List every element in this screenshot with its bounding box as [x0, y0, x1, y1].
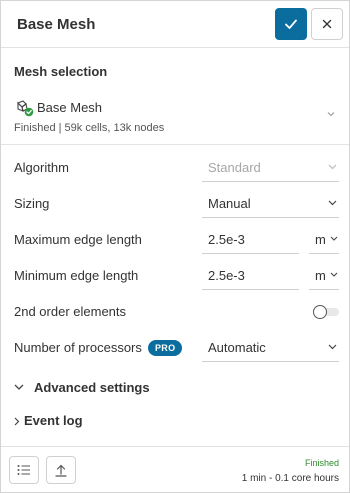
processors-value: Automatic	[208, 340, 266, 355]
algorithm-label: Algorithm	[14, 160, 69, 175]
mesh-panel: Base Mesh Mesh selection Base Mesh Finis…	[0, 0, 350, 493]
sizing-row: Sizing Manual	[1, 188, 349, 220]
chevron-down-icon	[14, 384, 24, 390]
mesh-status: Finished | 59k cells, 13k nodes	[14, 122, 165, 134]
chevron-right-icon	[14, 417, 20, 426]
check-icon	[285, 19, 297, 29]
chevron-down-icon	[328, 200, 337, 206]
sizing-label: Sizing	[14, 196, 50, 211]
advanced-settings-toggle[interactable]: Advanced settings	[14, 378, 214, 398]
toggle-knob	[313, 305, 327, 319]
pro-badge: PRO	[148, 340, 183, 356]
min-edge-unit-select[interactable]: m	[309, 260, 339, 290]
panel-header: Base Mesh	[1, 1, 349, 48]
max-edge-input[interactable]: 2.5e-3	[202, 224, 299, 254]
confirm-button[interactable]	[275, 8, 307, 40]
max-edge-label: Maximum edge length	[14, 232, 142, 247]
close-icon	[322, 19, 332, 29]
sizing-select[interactable]: Manual	[202, 188, 339, 218]
min-edge-row: Minimum edge length 2.5e-3 m	[1, 260, 349, 292]
chevron-down-icon	[330, 236, 338, 241]
panel-footer: Finished 1 min - 0.1 core hours	[1, 446, 349, 492]
upload-button[interactable]	[46, 456, 76, 484]
mesh-icon	[17, 100, 34, 117]
sizing-value: Manual	[208, 196, 251, 211]
max-edge-unit: m	[315, 232, 326, 247]
list-button[interactable]	[9, 456, 39, 484]
event-log-toggle[interactable]: Event log	[14, 411, 214, 431]
event-log-label: Event log	[24, 413, 83, 428]
second-order-label: 2nd order elements	[14, 304, 127, 319]
chevron-down-icon	[328, 164, 337, 170]
processors-label: Number of processors	[14, 340, 142, 355]
max-edge-unit-select[interactable]: m	[309, 224, 339, 254]
panel-title: Base Mesh	[17, 16, 96, 33]
min-edge-unit: m	[315, 268, 326, 283]
second-order-toggle[interactable]	[313, 305, 339, 319]
processors-select[interactable]: Automatic	[202, 332, 339, 362]
mesh-selection-dropdown[interactable]: Base Mesh Finished | 59k cells, 13k node…	[14, 97, 339, 137]
max-edge-value: 2.5e-3	[208, 232, 245, 247]
max-edge-row: Maximum edge length 2.5e-3 m	[1, 224, 349, 256]
algorithm-select[interactable]: Standard	[202, 152, 339, 182]
processors-row: Number of processors PRO Automatic	[1, 332, 349, 364]
chevron-down-icon	[328, 344, 337, 350]
min-edge-label: Minimum edge length	[14, 268, 139, 283]
min-edge-value: 2.5e-3	[208, 268, 245, 283]
chevron-down-icon	[330, 272, 338, 277]
algorithm-value: Standard	[208, 160, 261, 175]
second-order-row: 2nd order elements	[1, 296, 349, 328]
advanced-settings-label: Advanced settings	[34, 380, 150, 395]
mesh-selection-title: Mesh selection	[14, 64, 108, 79]
duration-label: 1 min - 0.1 core hours	[241, 473, 339, 484]
min-edge-input[interactable]: 2.5e-3	[202, 260, 299, 290]
divider	[1, 144, 349, 145]
upload-icon	[55, 464, 67, 477]
mesh-name: Base Mesh	[37, 100, 103, 115]
algorithm-row: Algorithm Standard	[1, 152, 349, 184]
status-label: Finished	[304, 458, 339, 468]
list-icon	[17, 465, 30, 475]
chevron-down-icon	[327, 112, 335, 117]
close-button[interactable]	[311, 8, 343, 40]
